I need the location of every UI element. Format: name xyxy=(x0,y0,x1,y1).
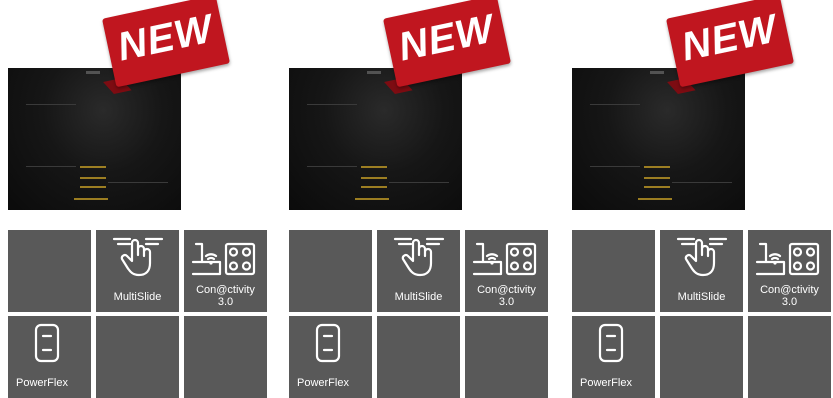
control-display xyxy=(644,177,670,179)
connectivity-hood-hob-icon xyxy=(191,242,256,276)
control-display xyxy=(644,166,670,168)
control-display xyxy=(80,177,106,179)
feature-tile-powerflex[interactable]: PowerFlex xyxy=(289,316,372,398)
feature-tile-empty xyxy=(572,230,655,312)
feature-label: MultiSlide xyxy=(394,291,443,303)
feature-tile-empty xyxy=(289,230,372,312)
hob-zone-line xyxy=(108,182,168,183)
powerflex-zone-icon xyxy=(34,323,60,363)
feature-tile-multislide[interactable]: MultiSlide xyxy=(96,230,179,312)
new-badge: NEW xyxy=(101,0,231,94)
feature-tile-empty xyxy=(96,316,179,398)
control-slider xyxy=(74,198,108,200)
hob-product-image[interactable] xyxy=(8,68,181,210)
hob-zone-line xyxy=(307,104,357,105)
feature-label: Con@ctivity 3.0 xyxy=(760,284,819,308)
hob-zone-line xyxy=(26,104,76,105)
product-card[interactable]: NEW MultiSlide Con@ctivity 3.0 PowerFlex xyxy=(281,0,548,398)
feature-tile-connectivity[interactable]: Con@ctivity 3.0 xyxy=(184,230,267,312)
feature-label: PowerFlex xyxy=(16,377,68,389)
feature-label: MultiSlide xyxy=(677,291,726,303)
feature-tile-connectivity[interactable]: Con@ctivity 3.0 xyxy=(465,230,548,312)
brand-logo xyxy=(650,71,664,74)
hob-product-image[interactable] xyxy=(572,68,745,210)
control-display xyxy=(80,166,106,168)
control-display xyxy=(644,186,670,188)
control-slider xyxy=(638,198,672,200)
connectivity-hood-hob-icon xyxy=(755,242,820,276)
feature-tile-connectivity[interactable]: Con@ctivity 3.0 xyxy=(748,230,831,312)
feature-label: Con@ctivity 3.0 xyxy=(477,284,536,308)
hob-zone-line xyxy=(590,104,640,105)
multislide-hand-icon xyxy=(676,237,728,277)
feature-tile-empty xyxy=(748,316,831,398)
control-display xyxy=(361,166,387,168)
control-display xyxy=(80,186,106,188)
feature-label: Con@ctivity 3.0 xyxy=(196,284,255,308)
feature-label: PowerFlex xyxy=(297,377,349,389)
feature-tile-empty xyxy=(660,316,743,398)
control-display xyxy=(361,177,387,179)
connectivity-hood-hob-icon xyxy=(472,242,537,276)
feature-tile-powerflex[interactable]: PowerFlex xyxy=(572,316,655,398)
feature-tile-empty xyxy=(465,316,548,398)
hob-zone-line xyxy=(590,166,640,167)
feature-tile-multislide[interactable]: MultiSlide xyxy=(660,230,743,312)
multislide-hand-icon xyxy=(112,237,164,277)
feature-label: MultiSlide xyxy=(113,291,162,303)
control-display xyxy=(361,186,387,188)
product-card[interactable]: NEW MultiSlide Con@ctivity 3.0 PowerFlex xyxy=(564,0,831,398)
hob-zone-line xyxy=(672,182,732,183)
powerflex-zone-icon xyxy=(598,323,624,363)
feature-label: PowerFlex xyxy=(580,377,632,389)
new-badge: NEW xyxy=(382,0,512,94)
hob-zone-line xyxy=(389,182,449,183)
control-slider xyxy=(355,198,389,200)
feature-tile-empty xyxy=(8,230,91,312)
feature-tile-multislide[interactable]: MultiSlide xyxy=(377,230,460,312)
feature-tile-powerflex[interactable]: PowerFlex xyxy=(8,316,91,398)
feature-tile-empty xyxy=(184,316,267,398)
brand-logo xyxy=(367,71,381,74)
hob-product-image[interactable] xyxy=(289,68,462,210)
multislide-hand-icon xyxy=(393,237,445,277)
powerflex-zone-icon xyxy=(315,323,341,363)
hob-zone-line xyxy=(307,166,357,167)
hob-zone-line xyxy=(26,166,76,167)
product-card[interactable]: NEW MultiSlide Con@ctivity 3.0 PowerFlex xyxy=(0,0,267,398)
feature-tile-empty xyxy=(377,316,460,398)
brand-logo xyxy=(86,71,100,74)
new-badge: NEW xyxy=(665,0,795,94)
